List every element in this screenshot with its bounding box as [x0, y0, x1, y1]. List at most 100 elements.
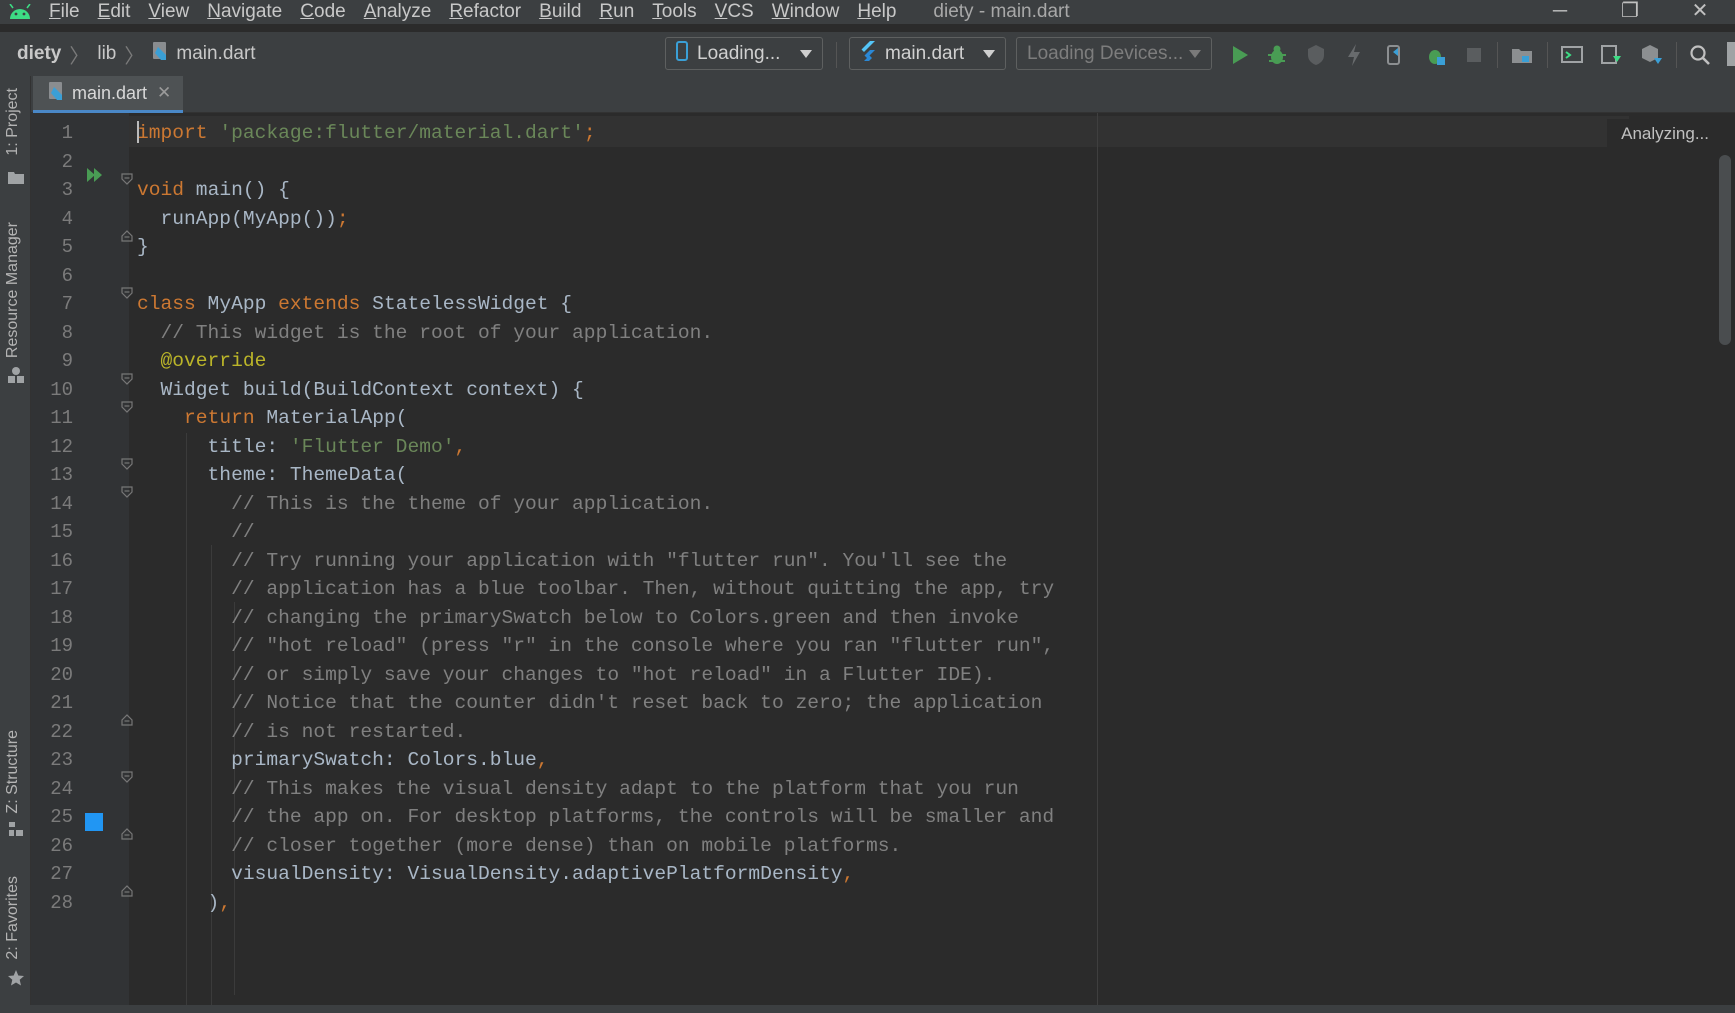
menu-vcs[interactable]: VCS	[706, 0, 763, 24]
attach-debugger-button[interactable]	[1421, 41, 1449, 69]
menu-file[interactable]: File	[40, 0, 89, 24]
coverage-button[interactable]	[1302, 41, 1330, 69]
breadcrumb-project[interactable]: diety	[17, 43, 61, 65]
line-number: 2	[61, 151, 73, 173]
menu-edit[interactable]: Edit	[89, 0, 140, 24]
fold-open-icon[interactable]	[121, 287, 133, 299]
code-line: theme: ThemeData(	[137, 464, 408, 486]
chevron-down-icon	[1189, 49, 1201, 58]
code-line: return MaterialApp(	[137, 403, 407, 434]
device-manager-button[interactable]	[1597, 41, 1625, 69]
toolbar-divider	[1547, 42, 1548, 68]
line-number: 26	[50, 835, 73, 857]
lightning-icon	[1348, 44, 1360, 66]
debug-button[interactable]	[1263, 41, 1291, 69]
fold-open-icon[interactable]	[121, 401, 133, 413]
fold-open-icon[interactable]	[121, 458, 133, 470]
flutter-icon	[860, 40, 876, 67]
vertical-scrollbar[interactable]	[1719, 155, 1731, 345]
comment-line: // closer together (more dense) than on …	[137, 835, 902, 857]
device-selector[interactable]: Loading...	[665, 37, 823, 70]
fold-open-icon[interactable]	[121, 486, 133, 498]
code-line: ),	[137, 888, 232, 919]
devices-selector[interactable]: Loading Devices...	[1016, 37, 1212, 70]
line-number: 21	[50, 692, 73, 714]
project-tool-tab[interactable]: 1: Project	[4, 88, 22, 156]
tab-main-dart[interactable]: main.dart ✕	[33, 76, 183, 113]
line-number: 22	[50, 721, 73, 743]
menu-tools[interactable]: Tools	[643, 0, 705, 24]
fold-open-icon[interactable]	[121, 373, 133, 385]
close-window-button[interactable]: ✕	[1665, 0, 1735, 24]
fold-close-icon[interactable]	[121, 714, 133, 726]
line-number: 25	[50, 806, 73, 828]
comment-line: // changing the primarySwatch below to C…	[137, 607, 1019, 629]
fold-open-icon[interactable]	[121, 771, 133, 783]
run-gutter-icon[interactable]	[85, 165, 105, 185]
comment-line: // or simply save your changes to "hot r…	[137, 664, 996, 686]
analysis-status: Analyzing...	[1607, 119, 1723, 149]
color-swatch-icon[interactable]	[85, 813, 103, 831]
restore-button[interactable]: ❐	[1595, 0, 1665, 24]
punctuation-token: ;	[583, 122, 596, 144]
fold-open-icon[interactable]	[121, 173, 133, 185]
menu-help[interactable]: Help	[848, 0, 905, 24]
menu-build[interactable]: Build	[530, 0, 590, 24]
device-selector-label: Loading...	[697, 42, 781, 64]
editor-tab-bar: main.dart ✕	[31, 76, 1735, 113]
line-number: 6	[61, 265, 73, 287]
breadcrumb-file[interactable]: main.dart	[176, 43, 255, 65]
resource-manager-tab[interactable]: Resource Manager	[4, 222, 22, 358]
menu-code[interactable]: Code	[291, 0, 354, 24]
minimize-button[interactable]: ─	[1525, 0, 1595, 24]
project-structure-button[interactable]	[1508, 41, 1536, 69]
code-token: primarySwatch: Colors.blue	[137, 749, 537, 771]
line-number: 13	[50, 464, 73, 486]
menu-analyze[interactable]: Analyze	[355, 0, 441, 24]
menu-view[interactable]: View	[139, 0, 198, 24]
menu-bar: File Edit View Navigate Code Analyze Ref…	[0, 0, 1735, 24]
hot-reload-button[interactable]	[1340, 41, 1368, 69]
line-number: 16	[50, 550, 73, 572]
code-line: visualDensity: VisualDensity.adaptivePla…	[137, 859, 854, 890]
package-download-icon	[1642, 45, 1662, 64]
flutter-attach-button[interactable]	[1380, 41, 1408, 69]
close-tab-icon[interactable]: ✕	[157, 83, 171, 103]
stop-button[interactable]	[1460, 41, 1488, 69]
menu-navigate[interactable]: Navigate	[198, 0, 291, 24]
code-token: }	[137, 236, 149, 258]
code-token: main() {	[184, 179, 290, 201]
debug-attach-icon	[1429, 50, 1445, 65]
fold-close-icon[interactable]	[121, 885, 133, 897]
run-button[interactable]	[1226, 41, 1254, 69]
comment-line: // is not restarted.	[137, 721, 467, 743]
avd-manager-button[interactable]	[1558, 41, 1586, 69]
search-everywhere-button[interactable]	[1686, 41, 1714, 69]
code-editor[interactable]: 1 2 3 4 5 6 7 8 9 10 11 12 13 14 15 16 1…	[31, 113, 1735, 1005]
menu-run[interactable]: Run	[590, 0, 643, 24]
run-config-selector[interactable]: main.dart	[849, 37, 1006, 70]
menu-window[interactable]: Window	[763, 0, 849, 24]
breadcrumb-folder[interactable]: lib	[97, 43, 116, 65]
dart-file-icon	[152, 41, 170, 67]
favorites-tool-tab[interactable]: 2: Favorites	[4, 876, 22, 960]
toolbar-divider	[1497, 42, 1498, 68]
code-line: title: 'Flutter Demo',	[137, 432, 467, 463]
devices-selector-label: Loading Devices...	[1027, 42, 1184, 64]
sdk-manager-button[interactable]	[1637, 41, 1665, 69]
code-token: visualDensity: VisualDensity.adaptivePla…	[137, 863, 843, 885]
star-icon	[8, 970, 24, 986]
line-number: 23	[50, 749, 73, 771]
bug-icon	[1268, 45, 1286, 64]
fold-close-icon[interactable]	[121, 230, 133, 242]
fold-close-icon[interactable]	[121, 828, 133, 840]
attach-icon	[1387, 45, 1400, 65]
window-controls: ─ ❐ ✕	[1525, 0, 1735, 24]
line-number: 12	[50, 436, 73, 458]
menu-refactor[interactable]: Refactor	[440, 0, 530, 24]
device-download-icon	[1601, 45, 1621, 64]
structure-tool-tab[interactable]: Z: Structure	[4, 730, 22, 814]
ide-settings-icon[interactable]	[1727, 42, 1735, 66]
folder-icon	[1512, 49, 1532, 63]
